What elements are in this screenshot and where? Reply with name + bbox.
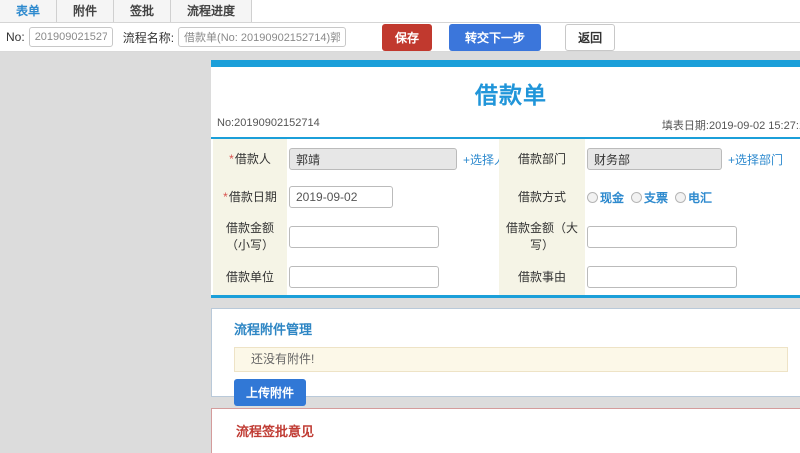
main-area: 借款单 No:20190902152714 填表日期:2019-09-02 15… (0, 60, 800, 453)
pay-method-label: 借款方式 (499, 179, 585, 215)
radio-check[interactable]: 支票 (631, 189, 668, 206)
pay-method-cell: 现金 支票 电汇 (585, 179, 800, 215)
amount-lower-cell (287, 215, 499, 259)
attachments-title: 流程附件管理 (234, 322, 313, 337)
radio-cash[interactable]: 现金 (587, 189, 624, 206)
radio-circle-icon[interactable] (631, 191, 643, 203)
no-attachments-alert: 还没有附件! (234, 347, 788, 372)
form-meta-row: No:20190902152714 填表日期:2019-09-02 15:27:… (211, 110, 800, 139)
tab-process-progress[interactable]: 流程进度 (171, 0, 253, 22)
borrow-unit-input[interactable] (289, 266, 439, 288)
department-label: 借款部门 (499, 139, 585, 179)
upload-attachment-button[interactable]: 上传附件 (234, 379, 307, 406)
form-fill-date-text: 填表日期:2019-09-02 15:27:1 (661, 120, 800, 132)
save-button[interactable]: 保存 (382, 23, 433, 51)
loan-form-panel: 借款单 No:20190902152714 填表日期:2019-09-02 15… (211, 60, 800, 298)
tab-attachments[interactable]: 附件 (57, 0, 115, 22)
amount-upper-input[interactable] (587, 226, 737, 248)
approval-title: 流程签批意见 (236, 424, 315, 439)
process-name-input[interactable] (178, 27, 347, 47)
radio-circle-icon[interactable] (587, 191, 598, 203)
borrow-unit-label: 借款单位 (213, 259, 287, 295)
borrower-cell: +选择人员 (287, 139, 518, 179)
amount-lower-input[interactable] (289, 226, 439, 248)
attachments-panel: 流程附件管理 还没有附件! 上传附件 (211, 308, 800, 406)
borrower-label: *借款人 (213, 139, 287, 179)
radio-wire[interactable]: 电汇 (675, 189, 712, 206)
action-toolbar: No: 流程名称: 保存 转交下一步 返回 (0, 23, 800, 52)
next-step-button[interactable]: 转交下一步 (449, 23, 542, 51)
borrow-reason-input[interactable] (587, 266, 737, 288)
borrow-date-label: *借款日期 (213, 179, 287, 215)
department-input[interactable] (587, 148, 722, 170)
tab-bar: 表单 附件 签批 流程进度 (0, 0, 800, 23)
process-name-label: 流程名称: (122, 30, 175, 45)
borrow-reason-cell (585, 259, 800, 295)
tab-approval[interactable]: 签批 (114, 0, 172, 22)
borrow-date-cell (287, 179, 499, 215)
select-department-link[interactable]: +选择部门 (728, 151, 783, 168)
back-button[interactable]: 返回 (565, 23, 616, 51)
amount-upper-cell (585, 215, 800, 259)
radio-circle-icon[interactable] (675, 191, 687, 203)
amount-lower-label: 借款金额（小写） (213, 215, 287, 259)
required-mark: * (223, 189, 228, 204)
form-no-text: No:20190902152714 (217, 117, 320, 129)
form-grid: *借款人 +选择人员 借款部门 +选择部门 *借款日期 借款方式 (211, 139, 800, 298)
tab-form[interactable]: 表单 (0, 0, 58, 22)
form-title: 借款单 (475, 82, 547, 108)
approval-panel: 流程签批意见 B I abc (211, 408, 800, 453)
borrow-date-input[interactable] (289, 186, 393, 208)
no-input[interactable] (28, 27, 113, 47)
required-mark: * (229, 151, 234, 166)
borrow-reason-label: 借款事由 (499, 259, 585, 295)
borrower-input[interactable] (289, 148, 457, 170)
borrow-unit-cell (287, 259, 499, 295)
amount-upper-label: 借款金额（大写） (499, 215, 585, 259)
no-label: No: (6, 30, 25, 44)
department-cell: +选择部门 (585, 139, 800, 179)
panel-accent-bar (211, 60, 800, 67)
